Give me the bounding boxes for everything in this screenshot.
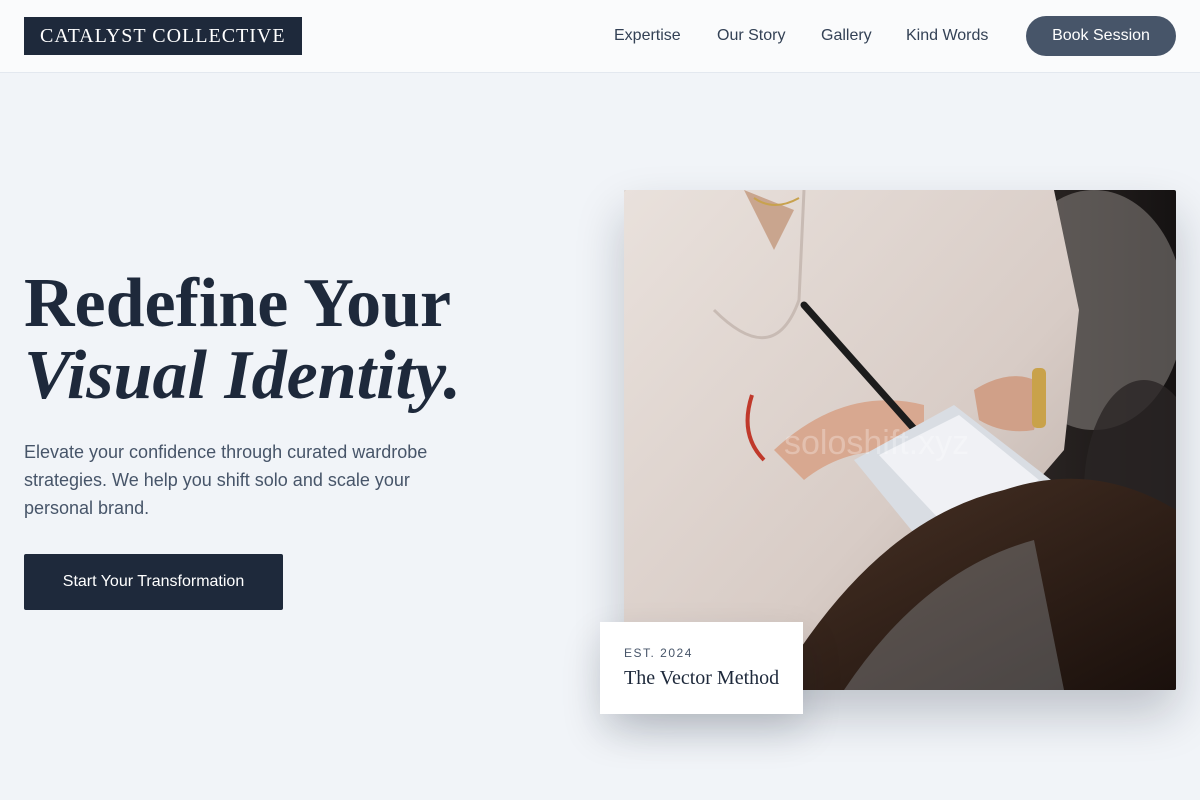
hero-photo: soloshift.xyz [624,190,1176,690]
badge-est: EST. 2024 [624,646,693,660]
method-badge: EST. 2024 The Vector Method [600,622,803,714]
photo-watermark: soloshift.xyz [784,424,970,462]
nav-link-expertise[interactable]: Expertise [614,0,681,72]
book-session-button[interactable]: Book Session [1026,16,1176,56]
hero-headline: Redefine Your Visual Identity. [24,268,461,412]
hero-subtext: Elevate your confidence through curated … [24,442,428,518]
site-header: CATALYST COLLECTIVE Expertise Our Story … [0,0,1200,73]
badge-title: The Vector Method [624,667,780,689]
nav-link-kind-words[interactable]: Kind Words [906,0,988,72]
nav-link-gallery[interactable]: Gallery [821,0,872,72]
nav-link-our-story[interactable]: Our Story [717,0,785,72]
headline-line-2: Visual Identity. [24,337,461,414]
logo[interactable]: CATALYST COLLECTIVE [24,17,302,55]
headline-line-1: Redefine Your [24,265,452,342]
start-transformation-button[interactable]: Start Your Transformation [24,554,283,610]
